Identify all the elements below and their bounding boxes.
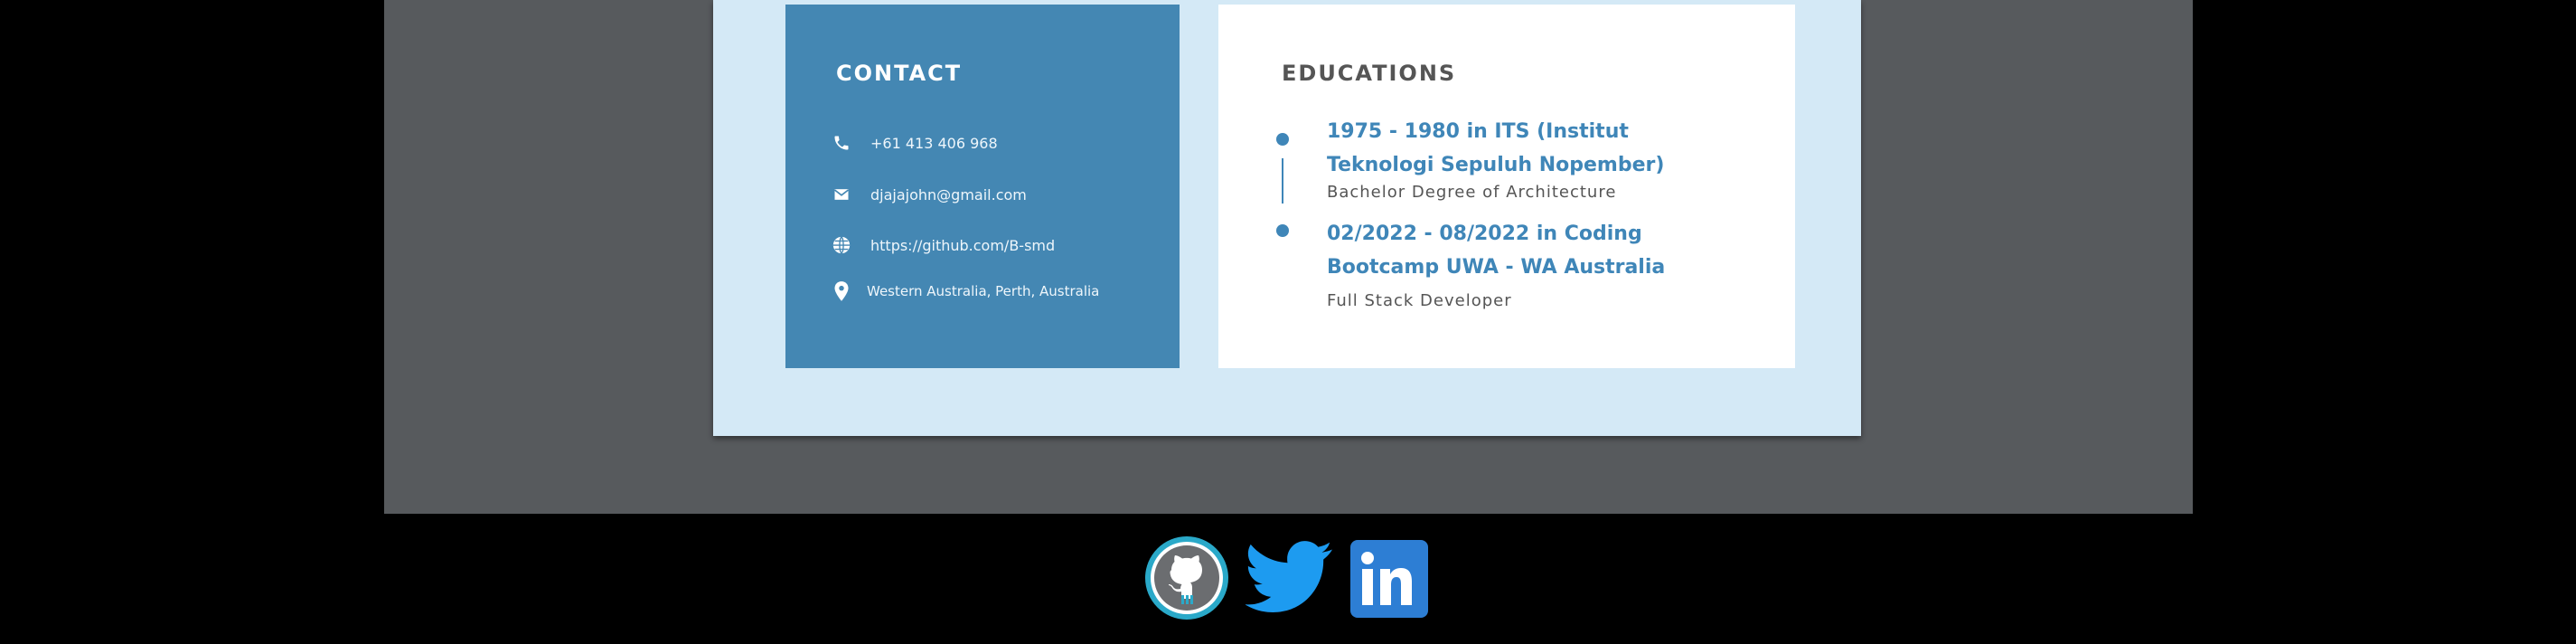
- timeline-line: [1282, 158, 1283, 204]
- contact-phone: +61 413 406 968: [870, 134, 998, 152]
- contact-website-row[interactable]: https://github.com/B-smd: [829, 232, 1055, 258]
- contact-email[interactable]: djajajohn@gmail.com: [870, 186, 1027, 204]
- contact-website[interactable]: https://github.com/B-smd: [870, 237, 1055, 254]
- education-item-title: 1975 - 1980 in ITS (Institut Teknologi S…: [1327, 120, 1665, 176]
- globe-icon: [829, 232, 854, 258]
- contact-card: CONTACT +61 413 406 968 djajajohn@gmail.…: [785, 5, 1180, 368]
- contact-heading: CONTACT: [836, 61, 963, 86]
- contact-email-row[interactable]: djajajohn@gmail.com: [829, 182, 1027, 207]
- education-item-subtitle: Bachelor Degree of Architecture: [1327, 183, 1617, 202]
- location-pin-icon: [829, 279, 854, 304]
- contact-location-row: Western Australia, Perth, Australia: [829, 279, 1099, 304]
- page: CONTACT +61 413 406 968 djajajohn@gmail.…: [0, 0, 2576, 644]
- education-card: EDUCATIONS 1975 - 1980 in ITS (Institut …: [1218, 5, 1795, 368]
- timeline-dot: [1276, 133, 1289, 146]
- github-icon: [1145, 536, 1228, 620]
- github-link[interactable]: [1144, 535, 1229, 624]
- linkedin-link[interactable]: [1350, 540, 1428, 621]
- education-item-title: 02/2022 - 08/2022 in Coding Bootcamp UWA…: [1327, 223, 1666, 279]
- contact-phone-row: +61 413 406 968: [829, 130, 998, 156]
- timeline-dot: [1276, 224, 1289, 237]
- linkedin-icon: [1350, 540, 1428, 618]
- education-heading: EDUCATIONS: [1282, 61, 1457, 86]
- twitter-icon: [1244, 541, 1332, 612]
- phone-icon: [829, 130, 854, 156]
- contact-location: Western Australia, Perth, Australia: [867, 283, 1100, 299]
- education-item-subtitle: Full Stack Developer: [1327, 291, 1512, 310]
- mail-icon: [829, 182, 854, 207]
- twitter-link[interactable]: [1244, 541, 1334, 619]
